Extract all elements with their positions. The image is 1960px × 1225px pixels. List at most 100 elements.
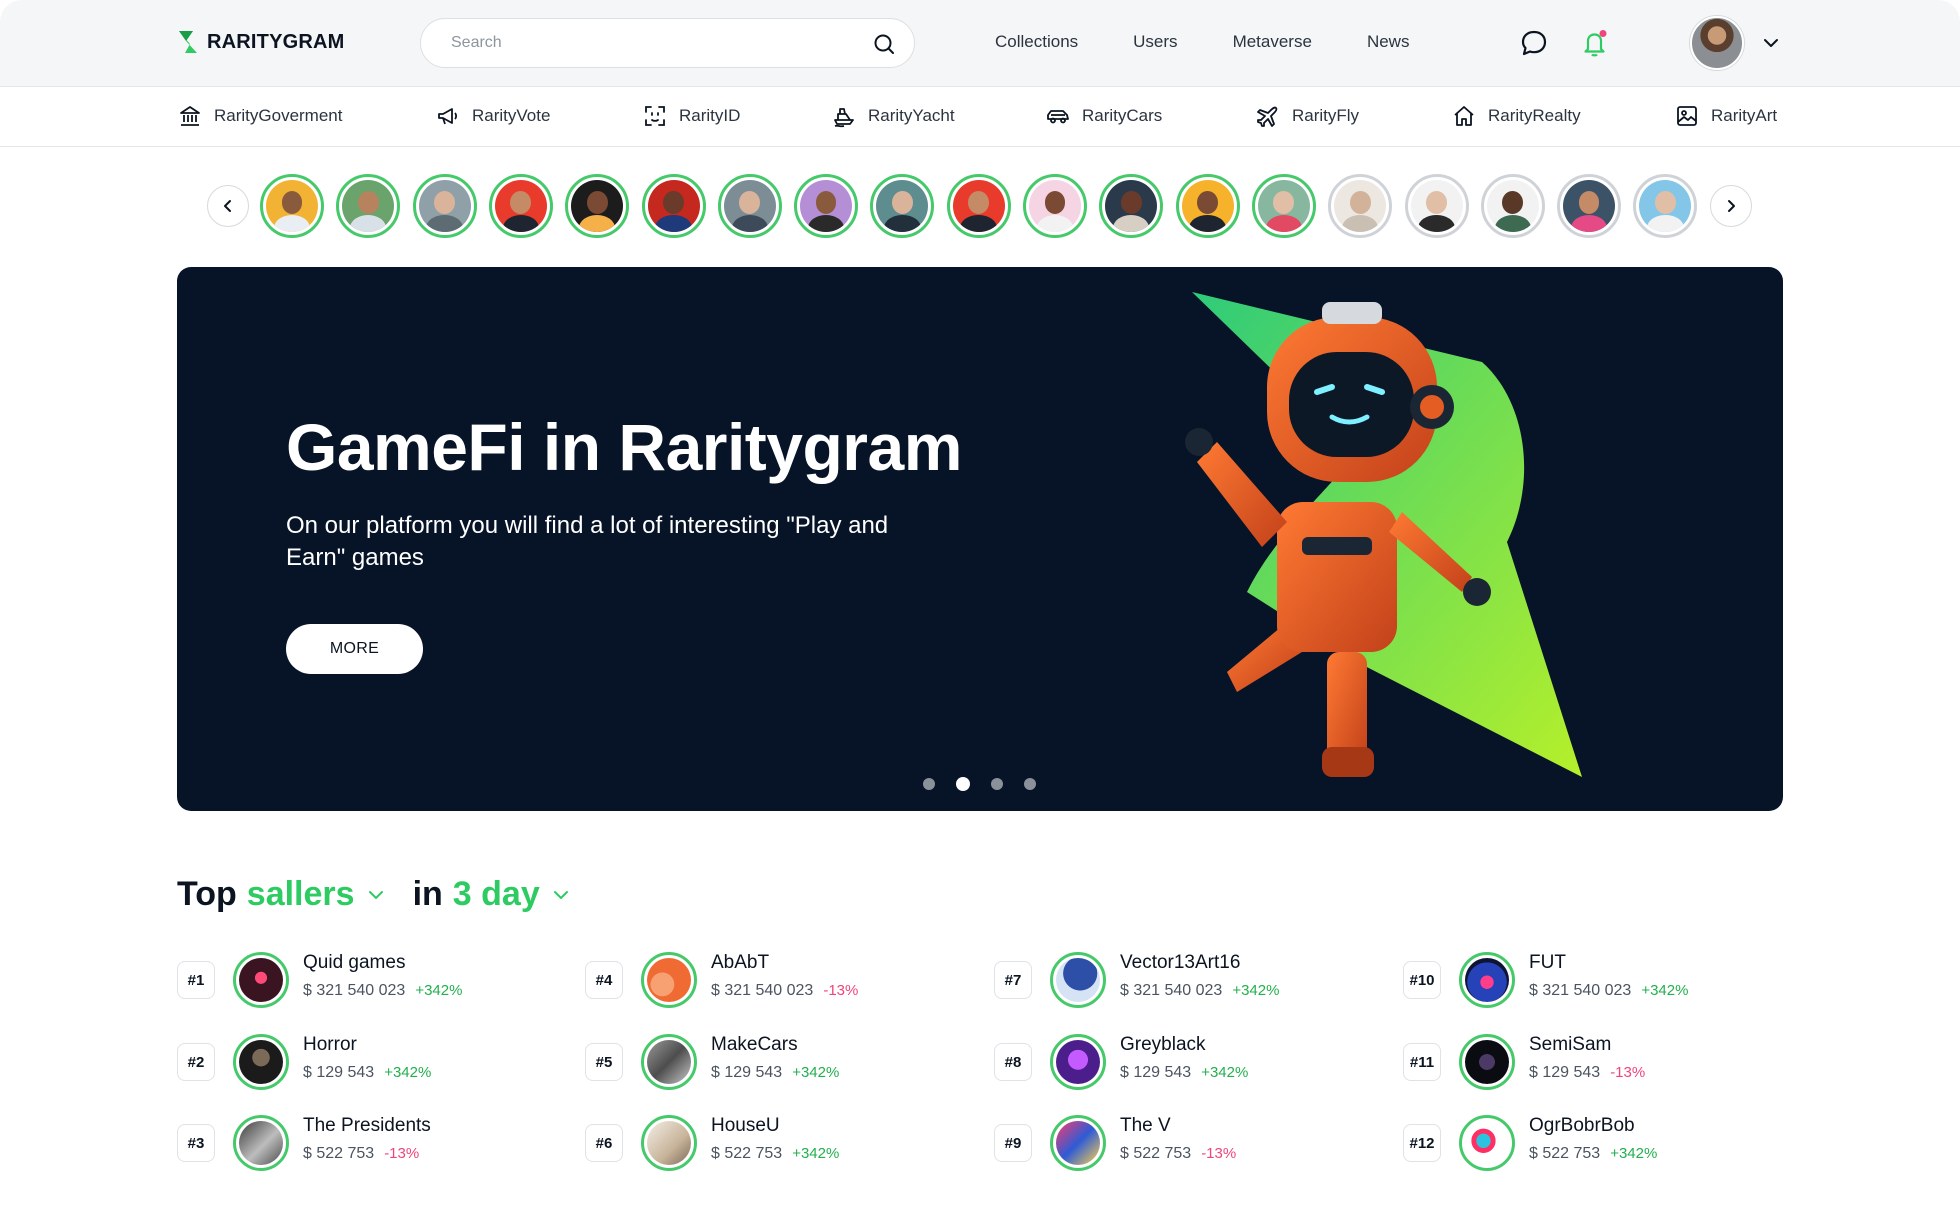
seller-rank: #4 [585, 961, 623, 999]
stories-next-button[interactable] [1710, 185, 1752, 227]
category-rarityid[interactable]: RarityID [643, 104, 740, 128]
story-avatar[interactable] [336, 174, 401, 238]
category-raritycars[interactable]: RarityCars [1046, 104, 1162, 128]
seller-row[interactable]: #2 Horror $ 129 543 +342% [177, 1032, 537, 1090]
seller-name[interactable]: AbAbT [711, 952, 769, 974]
avatar [418, 180, 471, 232]
seller-name[interactable]: Vector13Art16 [1120, 952, 1240, 974]
story-avatar[interactable] [717, 174, 782, 238]
chat-icon[interactable] [1519, 28, 1549, 58]
seller-row[interactable]: #10 FUT $ 321 540 023 +342% [1403, 950, 1763, 1008]
seller-amount: $ 522 753 [1529, 1145, 1601, 1162]
slide-dot[interactable] [991, 778, 1003, 790]
story-avatar[interactable] [1023, 174, 1087, 238]
story-avatar[interactable] [1099, 174, 1164, 238]
seller-change: +342% [792, 1145, 840, 1162]
stories-prev-button[interactable] [207, 185, 249, 227]
brand-logo[interactable]: RARITYGRAM [177, 29, 345, 55]
story-avatar[interactable] [1557, 174, 1622, 238]
avatar [952, 180, 1005, 232]
slide-dot[interactable] [1024, 778, 1036, 790]
seller-row[interactable]: #11 SemiSam $ 129 543 -13% [1403, 1032, 1763, 1090]
story-avatar[interactable] [1404, 174, 1469, 238]
story-avatar[interactable] [1328, 174, 1393, 238]
slide-dot[interactable] [923, 778, 935, 790]
seller-row[interactable]: #12 OgrBobrBob $ 522 753 +342% [1403, 1113, 1763, 1171]
seller-name[interactable]: Horror [303, 1034, 357, 1056]
category-rarityfly[interactable]: RarityFly [1256, 104, 1359, 128]
story-avatar[interactable] [565, 174, 630, 238]
avatar [1639, 180, 1692, 232]
seller-name[interactable]: OgrBobrBob [1529, 1115, 1635, 1137]
category-rarityart[interactable]: RarityArt [1675, 104, 1777, 128]
top-sellers-heading: Top sallers in 3 day [177, 875, 598, 914]
seller-avatar[interactable] [1459, 1115, 1515, 1171]
seller-stats: $ 129 543 -13% [1529, 1064, 1645, 1082]
seller-row[interactable]: #7 Vector13Art16 $ 321 540 023 +342% [994, 950, 1354, 1008]
category-rarityrealty[interactable]: RarityRealty [1452, 104, 1581, 128]
nav-news[interactable]: News [1367, 32, 1410, 52]
picture-icon [1677, 106, 1697, 126]
seller-avatar[interactable] [233, 1115, 289, 1171]
user-avatar[interactable] [1690, 16, 1744, 70]
seller-name[interactable]: HouseU [711, 1115, 780, 1137]
category-raritygoverment[interactable]: RarityGoverment [178, 104, 342, 128]
seller-change: +342% [1201, 1064, 1249, 1081]
story-avatar[interactable] [1633, 174, 1698, 238]
seller-avatar[interactable] [1050, 1115, 1106, 1171]
seller-name[interactable]: Greyblack [1120, 1034, 1206, 1056]
chevron-down-icon[interactable] [550, 884, 572, 906]
sellers-filter-label[interactable]: sallers [247, 875, 355, 914]
seller-rank: #1 [177, 961, 215, 999]
chevron-down-icon[interactable] [365, 884, 387, 906]
seller-row[interactable]: #6 HouseU $ 522 753 +342% [585, 1113, 945, 1171]
seller-name[interactable]: FUT [1529, 952, 1566, 974]
hero-banner: GameFi in Raritygram On our platform you… [177, 267, 1783, 811]
notification-bell-icon[interactable] [1580, 28, 1610, 58]
story-avatar[interactable] [1251, 174, 1316, 238]
seller-avatar[interactable] [233, 952, 289, 1008]
seller-name[interactable]: SemiSam [1529, 1034, 1611, 1056]
story-avatar[interactable] [412, 174, 477, 238]
chevron-down-icon[interactable] [1760, 32, 1782, 54]
brand-name: RARITYGRAM [207, 30, 345, 53]
seller-avatar[interactable] [641, 1034, 697, 1090]
seller-avatar[interactable] [641, 952, 697, 1008]
seller-stats: $ 321 540 023 +342% [1529, 982, 1688, 1000]
seller-avatar[interactable] [1459, 952, 1515, 1008]
seller-name[interactable]: The Presidents [303, 1115, 431, 1137]
story-avatar[interactable] [794, 174, 859, 238]
story-avatar[interactable] [488, 174, 553, 238]
seller-avatar[interactable] [1050, 952, 1106, 1008]
seller-name[interactable]: Quid games [303, 952, 405, 974]
search-input[interactable] [451, 19, 851, 67]
seller-avatar[interactable] [1050, 1034, 1106, 1090]
nav-users[interactable]: Users [1133, 32, 1177, 52]
search-icon[interactable] [872, 32, 896, 56]
hero-more-button[interactable]: MORE [286, 624, 423, 674]
seller-row[interactable]: #9 The V $ 522 753 -13% [994, 1113, 1354, 1171]
seller-row[interactable]: #1 Quid games $ 321 540 023 +342% [177, 950, 537, 1008]
seller-name[interactable]: The V [1120, 1115, 1171, 1137]
seller-row[interactable]: #8 Greyblack $ 129 543 +342% [994, 1032, 1354, 1090]
slide-dot-active[interactable] [956, 777, 970, 791]
nav-collections[interactable]: Collections [995, 32, 1078, 52]
nav-metaverse[interactable]: Metaverse [1233, 32, 1312, 52]
seller-avatar[interactable] [233, 1034, 289, 1090]
seller-row[interactable]: #5 MakeCars $ 129 543 +342% [585, 1032, 945, 1090]
story-avatar[interactable] [946, 174, 1011, 238]
seller-name[interactable]: MakeCars [711, 1034, 798, 1056]
category-rarityyacht[interactable]: RarityYacht [832, 104, 955, 128]
story-avatar[interactable] [260, 174, 324, 238]
story-avatar[interactable] [870, 174, 935, 238]
story-avatar[interactable] [641, 174, 706, 238]
story-avatar[interactable] [1480, 174, 1545, 238]
seller-row[interactable]: #3 The Presidents $ 522 753 -13% [177, 1113, 537, 1171]
story-avatar[interactable] [1175, 174, 1240, 238]
period-filter-label[interactable]: 3 day [453, 875, 540, 914]
seller-avatar[interactable] [1459, 1034, 1515, 1090]
seller-avatar[interactable] [641, 1115, 697, 1171]
seller-row[interactable]: #4 AbAbT $ 321 540 023 -13% [585, 950, 945, 1008]
seller-rank: #10 [1403, 961, 1441, 999]
category-rarityvote[interactable]: RarityVote [436, 104, 550, 128]
